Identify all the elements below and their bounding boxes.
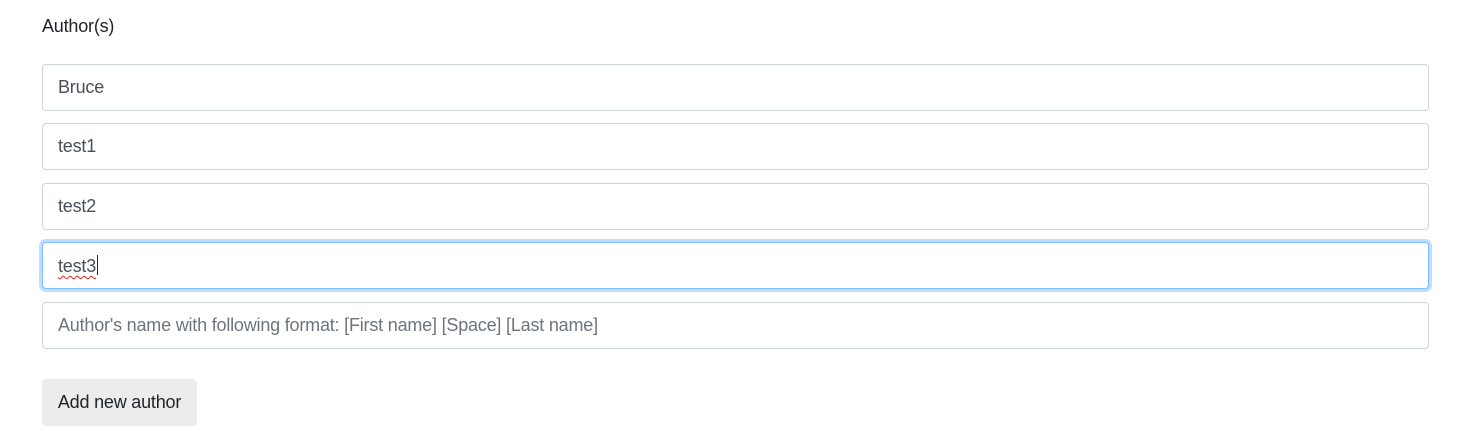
author-input-2[interactable] [42, 123, 1429, 170]
author-input-4[interactable] [42, 242, 1429, 289]
add-new-author-button[interactable]: Add new author [42, 379, 197, 426]
author-input-3[interactable] [42, 183, 1429, 230]
authors-label: Author(s) [42, 16, 115, 36]
author-input-1[interactable] [42, 64, 1429, 111]
new-author-input[interactable] [42, 302, 1429, 349]
